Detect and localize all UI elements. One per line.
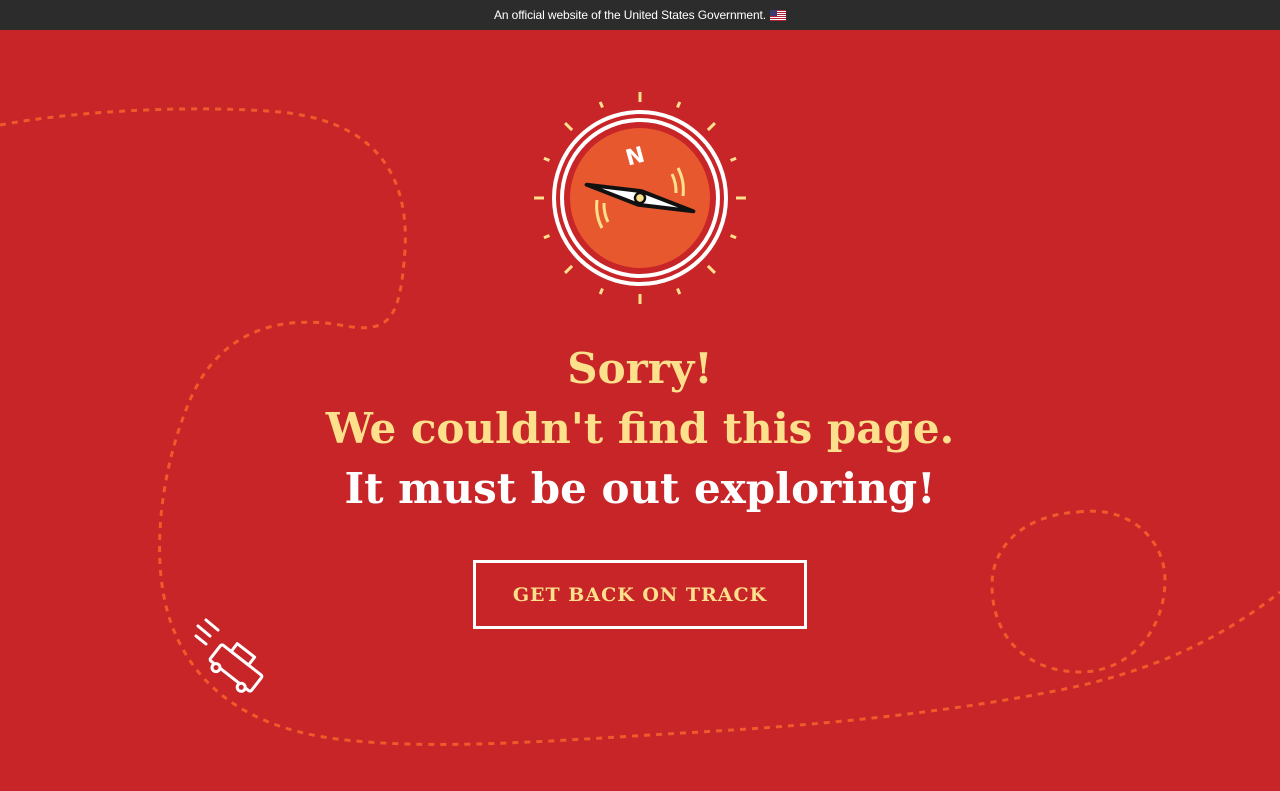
compass-ray	[729, 156, 737, 162]
compass-ray	[598, 101, 604, 109]
compass-ray	[676, 287, 682, 295]
compass-ray	[563, 121, 574, 132]
exploring-heading: It must be out exploring!	[344, 464, 936, 513]
compass-ray	[563, 264, 574, 275]
not-found-heading: We couldn't find this page.	[325, 404, 955, 453]
compass-icon: N	[534, 92, 746, 304]
compass-ray	[729, 234, 737, 240]
compass-ray	[706, 121, 717, 132]
compass-ray	[543, 234, 551, 240]
us-flag-icon	[770, 9, 787, 21]
gov-banner: An official website of the United States…	[0, 0, 1280, 30]
jeep-icon	[194, 618, 264, 693]
compass-ray	[706, 264, 717, 275]
compass-ray	[543, 156, 551, 162]
sorry-heading: Sorry!	[567, 344, 713, 393]
compass-ray	[676, 101, 682, 109]
get-back-on-track-button[interactable]: GET BACK ON TRACK	[473, 560, 807, 629]
compass-ray	[598, 287, 604, 295]
gov-banner-text: An official website of the United States…	[493, 8, 767, 22]
